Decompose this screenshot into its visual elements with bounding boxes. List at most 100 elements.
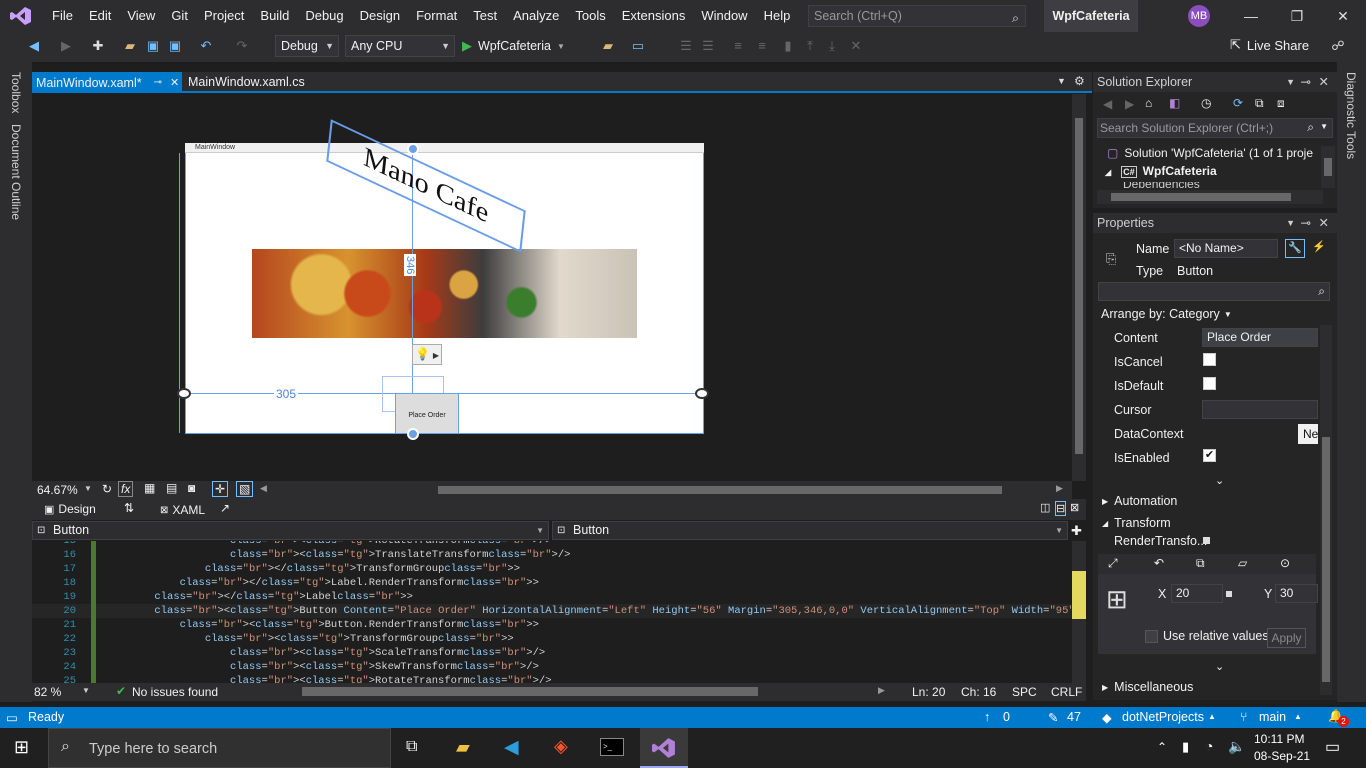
apply-button[interactable]: Apply xyxy=(1267,628,1306,648)
cursor-field[interactable] xyxy=(1202,400,1318,419)
code-line[interactable]: 24 class="br"><class="tg">SkewTransformc… xyxy=(32,660,1072,674)
bookmark-next-icon[interactable]: ⤓ xyxy=(822,36,842,56)
windows-start-icon[interactable]: ⊞ xyxy=(14,737,29,758)
align-icon[interactable]: ☰ xyxy=(676,36,696,56)
top-anchor-handle-icon[interactable] xyxy=(407,143,419,155)
menu-item-window[interactable]: Window xyxy=(693,0,755,32)
pin-icon[interactable]: ⊸ xyxy=(1301,213,1311,233)
scroll-right-icon[interactable]: ▶ xyxy=(1056,483,1063,494)
zoom-level[interactable]: 64.67% xyxy=(37,483,78,497)
code-line[interactable]: 23 class="br"><class="tg">ScaleTransform… xyxy=(32,646,1072,660)
new-item-icon[interactable]: ✚ xyxy=(88,36,108,56)
pizza-image[interactable] xyxy=(252,249,637,338)
pending-changes-icon[interactable]: ◷ xyxy=(1201,96,1211,110)
undo-icon[interactable]: ↶ xyxy=(196,36,216,56)
action-center-icon[interactable]: ▭ xyxy=(1325,737,1340,757)
menu-item-debug[interactable]: Debug xyxy=(297,0,351,32)
solution-search-box[interactable]: Search Solution Explorer (Ctrl+;) ⌕ ▼ xyxy=(1097,118,1333,138)
xaml-pane-button[interactable]: ⊠ XAML xyxy=(160,501,205,519)
expand-more-icon[interactable]: ⌄ xyxy=(1215,474,1224,487)
chevron-down-icon[interactable]: ▼ xyxy=(1320,122,1328,131)
expand-more-icon[interactable]: ⌄ xyxy=(1215,660,1224,673)
xaml-code-editor[interactable]: 15 class="br"><class="tg">RotateTransfor… xyxy=(32,541,1072,683)
settings-gear-icon[interactable]: ⚙ xyxy=(1074,74,1085,88)
place-order-button-preview[interactable]: Place Order xyxy=(395,393,459,434)
forward-icon[interactable]: ▶ xyxy=(56,36,76,56)
pin-icon[interactable]: ⊸ xyxy=(1301,72,1311,92)
close-tab-icon[interactable]: ✕ xyxy=(170,73,179,93)
unpushed-count[interactable]: 0 xyxy=(1003,710,1010,724)
close-icon[interactable]: ✕ xyxy=(1320,0,1366,32)
properties-search-box[interactable]: ⌕ xyxy=(1098,282,1330,301)
left-anchor-handle-icon[interactable] xyxy=(177,388,191,399)
code-line[interactable]: 22 class="br"><class="tg">TransformGroup… xyxy=(32,632,1072,646)
right-anchor-handle-icon[interactable] xyxy=(695,388,709,399)
repo-icon[interactable]: ◆ xyxy=(1102,710,1112,725)
solution-node[interactable]: ▢ Solution 'WpfCafeteria' (1 of 1 proje xyxy=(1107,146,1319,160)
name-field[interactable]: <No Name> xyxy=(1174,239,1278,258)
changes-count[interactable]: 47 xyxy=(1067,710,1081,724)
collapse-all-icon[interactable]: ⧉ xyxy=(1255,96,1264,111)
code-line[interactable]: 19 class="br"></class="tg">Labelclass="b… xyxy=(32,590,1072,604)
code-horizontal-scrollbar[interactable] xyxy=(302,687,758,696)
horizontal-split-icon[interactable]: ⊟ xyxy=(1055,501,1067,516)
back-icon[interactable]: ◀ xyxy=(24,36,44,56)
rotate-icon[interactable]: ↶ xyxy=(1154,556,1164,570)
solution-vscroll[interactable] xyxy=(1321,146,1335,188)
skew-icon[interactable]: ▱ xyxy=(1238,556,1247,570)
minimize-icon[interactable]: — xyxy=(1228,0,1274,32)
menu-item-format[interactable]: Format xyxy=(408,0,465,32)
quick-actions-lightbulb-icon[interactable]: 💡 ▶ xyxy=(412,344,442,365)
toolbox-tab[interactable]: Toolbox xyxy=(9,72,23,113)
live-share-button[interactable]: ⇱ Live Share xyxy=(1230,37,1309,53)
designer-vertical-scrollbar[interactable] xyxy=(1072,94,1086,481)
close-icon[interactable]: ✕ xyxy=(1319,72,1329,92)
content-field[interactable]: Place Order xyxy=(1202,328,1318,347)
grid-icon[interactable]: ▦ xyxy=(144,481,155,495)
project-node[interactable]: ◢ C# WpfCafeteria xyxy=(1105,164,1217,178)
microphone-icon[interactable]: ▮ xyxy=(1182,739,1189,755)
clock-time[interactable]: 10:11 PM xyxy=(1254,732,1304,746)
scroll-left-icon[interactable]: ◀ xyxy=(260,483,267,494)
isenabled-checkbox-checked-icon[interactable]: ✔ xyxy=(1203,449,1216,462)
open-folder-icon[interactable]: ▰ xyxy=(120,36,140,56)
menu-item-build[interactable]: Build xyxy=(252,0,297,32)
show-all-files-icon[interactable]: ⧈ xyxy=(1277,96,1285,111)
refresh-icon[interactable]: ↻ xyxy=(102,482,112,496)
menu-item-view[interactable]: View xyxy=(119,0,163,32)
code-line[interactable]: 18 class="br"></class="tg">Label.RenderT… xyxy=(32,576,1072,590)
pencil-icon[interactable]: ✎ xyxy=(1048,710,1058,725)
folder-icon[interactable]: ▰ xyxy=(598,36,618,56)
popout-xaml-icon[interactable]: ↗ xyxy=(220,501,230,515)
isdefault-checkbox[interactable] xyxy=(1203,377,1216,390)
snap-lines-icon[interactable]: ✛ xyxy=(212,481,229,497)
brave-browser-icon[interactable]: ◈ xyxy=(554,736,568,757)
x-marker-icon[interactable] xyxy=(1226,591,1232,597)
show-hidden-icons-icon[interactable]: ⌃ xyxy=(1157,740,1167,754)
automation-category[interactable]: ▶ Automation xyxy=(1102,494,1177,508)
center-point-icon[interactable]: ⊙ xyxy=(1280,556,1290,570)
horizontal-scrollbar-thumb[interactable] xyxy=(438,486,1002,494)
feedback-icon[interactable]: ☍ xyxy=(1328,36,1348,56)
wifi-icon[interactable]: ◔ xyxy=(1205,738,1213,754)
menu-item-design[interactable]: Design xyxy=(352,0,408,32)
menu-item-test[interactable]: Test xyxy=(465,0,505,32)
tab-list-dropdown-icon[interactable]: ▼ xyxy=(1057,76,1066,86)
align-icon[interactable]: ☰ xyxy=(698,36,718,56)
menu-item-analyze[interactable]: Analyze xyxy=(505,0,567,32)
restore-icon[interactable]: ❐ xyxy=(1274,0,1320,32)
collapse-pane-icon[interactable]: ⊠ xyxy=(1070,501,1079,514)
iscancel-checkbox[interactable] xyxy=(1203,353,1216,366)
miscellaneous-category[interactable]: ▶ Miscellaneous xyxy=(1102,680,1193,694)
swap-panes-icon[interactable]: ⇅ xyxy=(124,501,134,515)
element-selector-right[interactable]: ⊡ Button ▼ xyxy=(552,521,1068,540)
vertical-split-icon[interactable]: ◫ xyxy=(1040,501,1050,514)
scale-icon[interactable]: ⧉ xyxy=(1196,556,1205,571)
properties-vscroll[interactable] xyxy=(1320,325,1332,695)
save-all-icon[interactable]: ▣ xyxy=(165,36,185,56)
back-icon[interactable]: ◀ xyxy=(1103,97,1112,111)
terminal-icon[interactable]: >_ xyxy=(600,738,624,756)
branch-icon[interactable]: ⑂ xyxy=(1240,710,1248,724)
indent-icon[interactable]: ≡ xyxy=(728,36,748,56)
design-pane-button[interactable]: ▣ Design xyxy=(44,500,96,518)
